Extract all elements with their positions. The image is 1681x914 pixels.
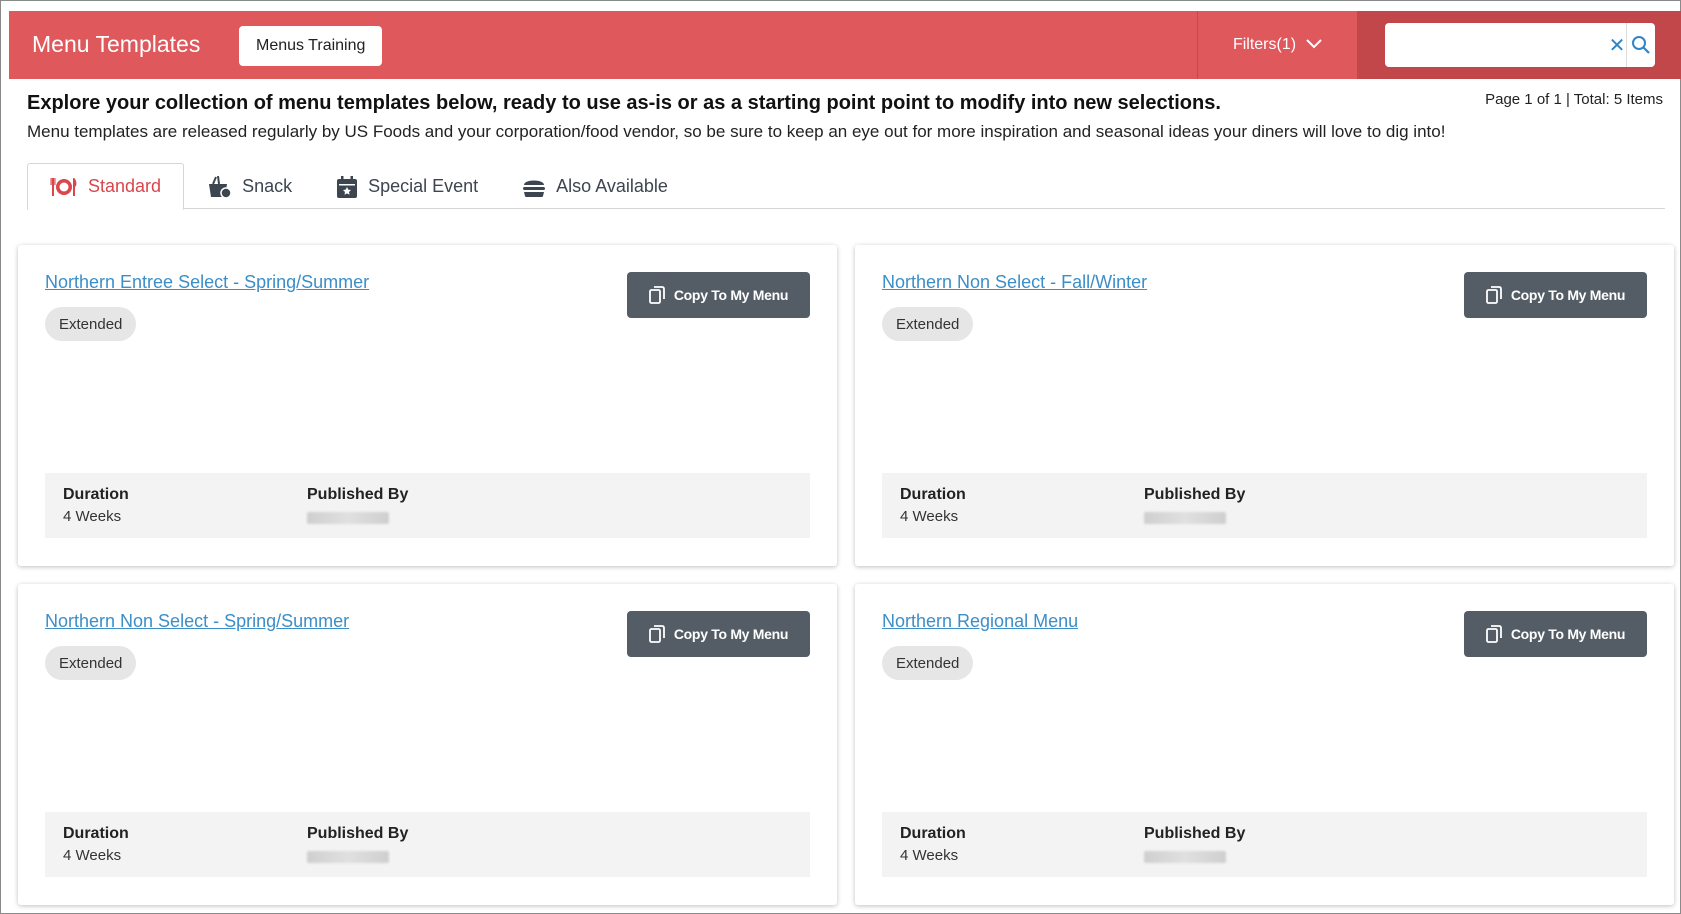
template-title-link[interactable]: Northern Entree Select - Spring/Summer xyxy=(45,272,369,293)
template-info-panel: Duration 4 Weeks Published By xyxy=(882,473,1647,538)
duration-label: Duration xyxy=(900,486,966,503)
copy-icon xyxy=(1485,625,1502,643)
tab-label: Standard xyxy=(88,176,162,196)
copy-label: Copy To My Menu xyxy=(673,626,789,642)
tab-also-available[interactable]: Also Available xyxy=(500,163,690,210)
duration-field: Duration 4 Weeks xyxy=(63,825,129,864)
redacted-publisher xyxy=(307,512,389,524)
published-by-field: Published By xyxy=(307,825,408,863)
duration-value: 4 Weeks xyxy=(63,847,122,864)
copy-to-my-menu-button[interactable]: Copy To My Menu xyxy=(1464,272,1647,318)
template-card: Northern Entree Select - Spring/Summer E… xyxy=(18,245,837,566)
tab-special-event[interactable]: Special Event xyxy=(314,163,500,210)
calendar-event-icon xyxy=(336,175,358,199)
tab-label: Also Available xyxy=(556,176,668,196)
redacted-publisher xyxy=(307,851,389,863)
template-title-link[interactable]: Northern Non Select - Fall/Winter xyxy=(882,272,1147,293)
duration-value: 4 Weeks xyxy=(900,508,959,525)
snack-basket-icon xyxy=(206,175,232,199)
duration-label: Duration xyxy=(63,486,129,503)
search-area: ✕ xyxy=(1357,11,1681,79)
template-info-panel: Duration 4 Weeks Published By xyxy=(882,812,1647,877)
intro-title: Explore your collection of menu template… xyxy=(27,92,1221,114)
extended-badge: Extended xyxy=(45,307,137,341)
copy-label: Copy To My Menu xyxy=(673,287,789,303)
copy-icon xyxy=(648,286,665,304)
copy-icon xyxy=(648,625,665,643)
pagination-info: Page 1 of 1 | Total: 5 Items xyxy=(1485,91,1663,108)
extended-badge: Extended xyxy=(882,307,974,341)
tab-label: Special Event xyxy=(368,176,479,196)
published-by-label: Published By xyxy=(307,486,409,503)
filters-label: Filters(1) xyxy=(1232,36,1297,53)
copy-to-my-menu-button[interactable]: Copy To My Menu xyxy=(627,611,810,657)
template-card: Northern Non Select - Fall/Winter Extend… xyxy=(855,245,1674,566)
duration-value: 4 Weeks xyxy=(900,847,959,864)
search-icon xyxy=(1631,36,1650,54)
published-by-field: Published By xyxy=(1144,486,1245,524)
copy-label: Copy To My Menu xyxy=(1510,626,1626,642)
burger-icon xyxy=(522,176,546,198)
copy-label: Copy To My Menu xyxy=(1510,287,1626,303)
published-by-label: Published By xyxy=(1144,486,1246,503)
extended-badge: Extended xyxy=(45,646,137,680)
copy-to-my-menu-button[interactable]: Copy To My Menu xyxy=(1464,611,1647,657)
template-info-panel: Duration 4 Weeks Published By xyxy=(45,473,810,538)
duration-field: Duration 4 Weeks xyxy=(900,486,966,525)
duration-value: 4 Weeks xyxy=(63,508,122,525)
redacted-publisher xyxy=(1144,512,1226,524)
template-title-link[interactable]: Northern Non Select - Spring/Summer xyxy=(45,611,349,632)
utensils-plate-icon xyxy=(50,176,78,198)
filters-dropdown[interactable]: Filters(1) xyxy=(1197,11,1357,79)
copy-to-my-menu-button[interactable]: Copy To My Menu xyxy=(627,272,810,318)
intro-description: Menu templates are released regularly by… xyxy=(27,122,1446,141)
duration-label: Duration xyxy=(63,825,129,842)
tab-label: Snack xyxy=(242,176,293,196)
published-by-field: Published By xyxy=(307,486,408,524)
published-by-label: Published By xyxy=(1144,825,1246,842)
template-title-link[interactable]: Northern Regional Menu xyxy=(882,611,1078,632)
template-card: Northern Non Select - Spring/Summer Exte… xyxy=(18,584,837,905)
template-info-panel: Duration 4 Weeks Published By xyxy=(45,812,810,877)
search-button[interactable] xyxy=(1625,23,1655,67)
app-frame: Menu Templates Menus Training Filters(1)… xyxy=(0,0,1681,914)
search-box: ✕ xyxy=(1385,23,1655,67)
copy-icon xyxy=(1485,286,1502,304)
redacted-publisher xyxy=(1144,851,1226,863)
duration-field: Duration 4 Weeks xyxy=(63,486,129,525)
template-card: Northern Regional Menu Extended Copy To … xyxy=(855,584,1674,905)
header-bar: Menu Templates Menus Training Filters(1)… xyxy=(9,11,1681,79)
duration-label: Duration xyxy=(900,825,966,842)
chevron-down-icon xyxy=(1306,36,1322,54)
tab-snack[interactable]: Snack xyxy=(184,163,314,210)
tab-standard[interactable]: Standard xyxy=(27,163,185,210)
published-by-field: Published By xyxy=(1144,825,1245,863)
search-input[interactable] xyxy=(1385,23,1608,67)
extended-badge: Extended xyxy=(882,646,974,680)
clear-icon[interactable]: ✕ xyxy=(1608,33,1626,58)
published-by-label: Published By xyxy=(307,825,409,842)
menus-training-button[interactable]: Menus Training xyxy=(239,26,383,66)
duration-field: Duration 4 Weeks xyxy=(900,825,966,864)
app-title: Menu Templates xyxy=(32,31,201,57)
category-tabs: Standard Snack Special Event Also Availa… xyxy=(27,163,1665,210)
